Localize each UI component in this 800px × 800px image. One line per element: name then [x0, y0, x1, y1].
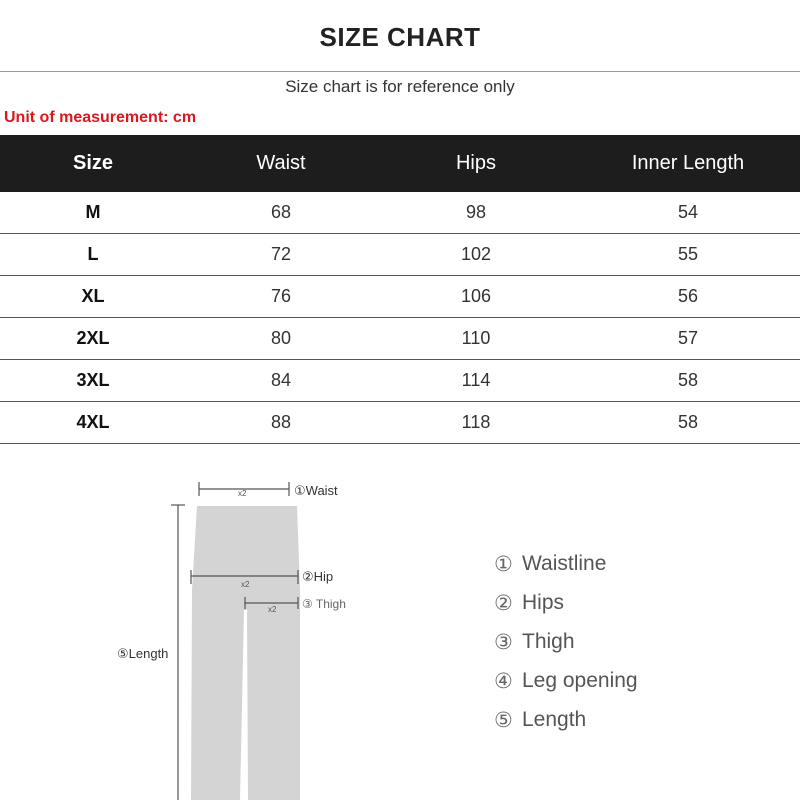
cell-size: 2XL: [0, 317, 186, 360]
cell-waist: 76: [186, 275, 376, 318]
pants-shape: [191, 506, 300, 800]
cell-inner-length: 57: [576, 317, 800, 360]
cell-inner-length: 55: [576, 233, 800, 276]
legend-number: ④: [494, 670, 513, 693]
legend-item: ③ Thigh: [494, 630, 638, 669]
cell-inner-length: 56: [576, 275, 800, 318]
cell-waist: 80: [186, 317, 376, 360]
cell-hips: 106: [376, 275, 576, 318]
cell-size: 4XL: [0, 401, 186, 444]
cell-hips: 102: [376, 233, 576, 276]
table-header-row: Size Waist Hips Inner Length: [0, 135, 800, 192]
cell-hips: 118: [376, 401, 576, 444]
header-hips: Hips: [376, 135, 576, 192]
cell-hips: 110: [376, 317, 576, 360]
cell-waist: 88: [186, 401, 376, 444]
hip-x2-marker: x2: [241, 580, 250, 589]
legend-number: ③: [494, 631, 513, 654]
legend-number: ①: [494, 553, 513, 576]
legend-number: ⑤: [494, 709, 513, 732]
cell-inner-length: 58: [576, 401, 800, 444]
table-row: 4XL 88 118 58: [0, 401, 800, 444]
legend-text: Length: [522, 708, 587, 731]
table-row: 2XL 80 110 57: [0, 317, 800, 360]
legend-text: Waistline: [522, 552, 607, 575]
table-row: M 68 98 54: [0, 192, 800, 234]
cell-inner-length: 58: [576, 359, 800, 402]
header-waist: Waist: [186, 135, 376, 192]
cell-hips: 114: [376, 359, 576, 402]
measurement-diagram: x2 x2 x2 ①Waist ②Hip ③ Thigh ⑤Length: [0, 460, 800, 800]
thigh-x2-marker: x2: [268, 605, 277, 614]
length-label: ⑤Length: [117, 646, 169, 661]
legend-text: Hips: [522, 591, 565, 614]
cell-waist: 68: [186, 192, 376, 234]
legend-item: ⑤ Length: [494, 708, 638, 747]
title-divider: [0, 71, 800, 72]
legend-number: ②: [494, 592, 513, 615]
reference-note: Size chart is for reference only: [285, 77, 515, 96]
table-row: XL 76 106 56: [0, 275, 800, 318]
unit-note: Unit of measurement: cm: [4, 109, 197, 126]
table-row: L 72 102 55: [0, 233, 800, 276]
cell-waist: 72: [186, 233, 376, 276]
legend-item: ① Waistline: [494, 552, 638, 591]
page-title: SIZE CHART: [319, 22, 481, 52]
cell-inner-length: 54: [576, 192, 800, 234]
cell-size: XL: [0, 275, 186, 318]
cell-size: M: [0, 192, 186, 234]
cell-size: 3XL: [0, 359, 186, 402]
waist-label: ①Waist: [294, 483, 338, 498]
hip-label: ②Hip: [302, 569, 334, 584]
cell-size: L: [0, 233, 186, 276]
legend-item: ④ Leg opening: [494, 669, 638, 708]
legend-text: Thigh: [522, 630, 575, 653]
thigh-label: ③ Thigh: [302, 597, 346, 611]
legend-item: ② Hips: [494, 591, 638, 630]
size-table: Size Waist Hips Inner Length M 68 98 54 …: [0, 135, 800, 444]
measurement-legend: ① Waistline ② Hips ③ Thigh ④ Leg opening…: [494, 552, 638, 747]
cell-hips: 98: [376, 192, 576, 234]
legend-text: Leg opening: [522, 669, 638, 692]
pants-illustration: [171, 482, 300, 800]
length-measure-line: [171, 504, 185, 800]
waist-x2-marker: x2: [238, 489, 247, 498]
header-size: Size: [0, 135, 186, 192]
cell-waist: 84: [186, 359, 376, 402]
header-inner-length: Inner Length: [576, 135, 800, 192]
table-row: 3XL 84 114 58: [0, 359, 800, 402]
